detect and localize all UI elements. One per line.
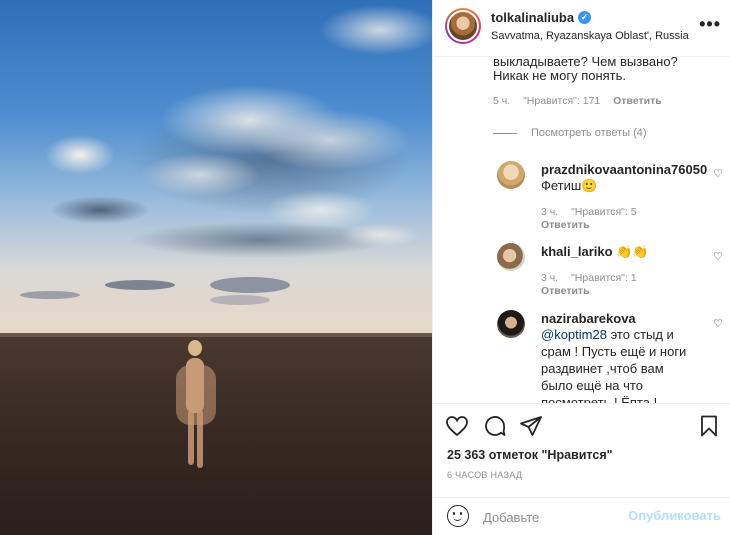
comment-meta: 3 ч. "Нравится": 1 bbox=[541, 272, 647, 284]
comment-like-heart-icon[interactable]: ♡ bbox=[713, 250, 723, 263]
comment-username[interactable]: prazdnikovaantonina76050 bbox=[541, 161, 707, 178]
comment-time[interactable]: 3 ч. bbox=[541, 272, 558, 284]
post-header: tolkalinaliuba ✓ Savvatma, Ryazanskaya O… bbox=[433, 0, 730, 57]
comment-text-line: Никак не могу понять. bbox=[493, 68, 627, 83]
comments-list: выкладываете? Чем вызвано? Никак не могу… bbox=[433, 57, 730, 403]
comment-like-heart-icon[interactable]: ♡ bbox=[713, 167, 723, 180]
verified-badge-icon: ✓ bbox=[578, 11, 592, 24]
author-username[interactable]: tolkalinaliuba ✓ bbox=[491, 10, 592, 25]
post-side-panel: tolkalinaliuba ✓ Savvatma, Ryazanskaya O… bbox=[432, 0, 730, 535]
comment-mention-link[interactable]: @koptim28 bbox=[541, 327, 607, 342]
view-replies-button[interactable]: Посмотреть ответы (4) bbox=[493, 127, 647, 139]
publish-button[interactable]: Опубликовать bbox=[628, 508, 721, 523]
comment-time[interactable]: 3 ч. bbox=[541, 206, 558, 218]
comment-reply-button[interactable]: Ответить bbox=[541, 219, 590, 231]
comment-username-text[interactable]: nazirabarekova bbox=[541, 311, 636, 326]
post-actions: 25 363 отметок "Нравится" 6 ЧАСОВ НАЗАД bbox=[433, 403, 730, 498]
comment-likes[interactable]: "Нравится": 1 bbox=[571, 272, 636, 284]
divider-line bbox=[493, 132, 517, 134]
comment-username-text[interactable]: prazdnikovaantonina76050 bbox=[541, 162, 707, 177]
view-replies-label[interactable]: Посмотреть ответы (4) bbox=[531, 127, 647, 139]
bookmark-icon[interactable] bbox=[697, 414, 721, 438]
comment-text-line: было ещё на что bbox=[541, 378, 643, 393]
comment-reply-button[interactable]: Ответить bbox=[541, 285, 590, 297]
more-options-icon[interactable]: ••• bbox=[699, 14, 721, 35]
comment-likes[interactable]: "Нравится": 171 bbox=[523, 95, 600, 107]
comment-username-text[interactable]: khali_lariko bbox=[541, 244, 613, 259]
comment-meta: 3 ч. "Нравится": 5 bbox=[541, 206, 647, 218]
likes-count[interactable]: 25 363 отметок "Нравится" bbox=[447, 448, 613, 462]
heart-icon[interactable] bbox=[445, 414, 469, 438]
add-comment-bar: Опубликовать bbox=[433, 497, 730, 535]
comment-reply-button[interactable]: Ответить bbox=[613, 95, 662, 107]
comment-input[interactable] bbox=[483, 507, 633, 527]
post-photo[interactable] bbox=[0, 0, 432, 535]
comment-text-line: @koptim28 это стыд и bbox=[541, 326, 674, 343]
comment-text-line: посмотреть ! Ёпта ! bbox=[541, 395, 658, 403]
emoji-icon[interactable] bbox=[447, 505, 469, 527]
comment-like-heart-icon[interactable]: ♡ bbox=[713, 317, 723, 330]
comment-likes[interactable]: "Нравится": 5 bbox=[571, 206, 636, 218]
comment-text-line: раздвинет ,чтоб вам bbox=[541, 361, 664, 376]
comment-text-line: срам ! Пусть ещё и ноги bbox=[541, 344, 687, 359]
comment-line: khali_lariko 👏👏 bbox=[541, 243, 649, 260]
post-location[interactable]: Savvatma, Ryazanskaya Oblast', Russia bbox=[491, 30, 689, 42]
paper-plane-icon[interactable] bbox=[519, 414, 543, 438]
post-timestamp[interactable]: 6 ЧАСОВ НАЗАД bbox=[447, 470, 522, 480]
author-username-text[interactable]: tolkalinaliuba bbox=[491, 10, 574, 25]
comment-username[interactable]: nazirabarekova bbox=[541, 310, 636, 327]
commenter-avatar[interactable] bbox=[497, 243, 525, 271]
comment-text: 👏👏 bbox=[616, 244, 649, 259]
author-avatar[interactable] bbox=[445, 8, 481, 44]
comment-time[interactable]: 5 ч. bbox=[493, 95, 510, 107]
comment-text: Фетиш🙂 bbox=[541, 178, 598, 193]
comment-bubble-icon[interactable] bbox=[483, 414, 507, 438]
comment-meta: 5 ч. "Нравится": 171 Ответить bbox=[493, 95, 672, 107]
commenter-avatar[interactable] bbox=[497, 310, 525, 338]
commenter-avatar[interactable] bbox=[497, 161, 525, 189]
comment-text: это стыд и bbox=[606, 327, 674, 342]
